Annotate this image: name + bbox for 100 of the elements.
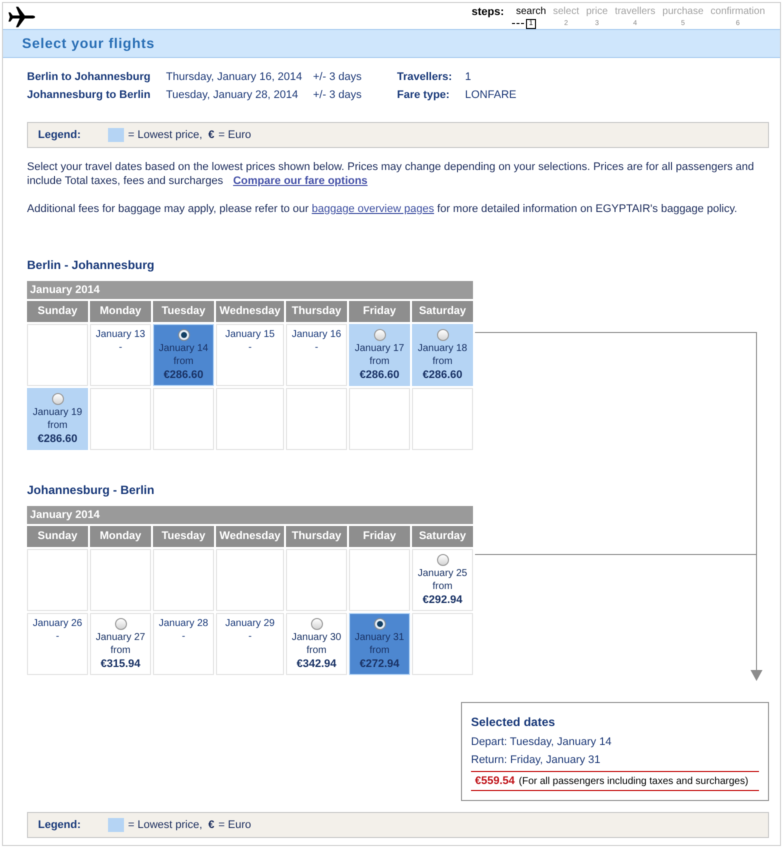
empty-day-cell: [349, 388, 410, 450]
page-title: Select your flights: [22, 34, 155, 53]
fare-info-text: Select your travel dates based on the lowest prices shown below. Prices may change depending on your selections. Prices are for all passengers and include Total taxes, fees and surcharges Compare our fare options: [27, 160, 756, 188]
empty-day-cell: [349, 549, 410, 611]
empty-day-cell: [216, 549, 284, 611]
route-heading: Berlin - Johannesburg: [27, 257, 156, 272]
month-header: January 2014: [27, 506, 473, 524]
empty-day-cell: [27, 549, 88, 611]
date-label: January 19: [32, 406, 82, 419]
price-label: €272.94: [360, 657, 400, 671]
no-fare-dash: -: [248, 341, 252, 354]
date-label: January 31: [354, 631, 404, 644]
radio-button[interactable]: [178, 329, 190, 341]
airplane-icon: [8, 6, 36, 28]
weekday-header: Saturday: [412, 526, 473, 547]
date-label: January 13: [96, 328, 146, 341]
fare-day-cell[interactable]: January 25 from €292.94: [412, 549, 473, 611]
weekday-header: Tuesday: [153, 526, 214, 547]
weekday-header: Saturday: [412, 301, 473, 322]
weekday-header: Friday: [349, 301, 410, 322]
radio-button[interactable]: [436, 329, 448, 341]
empty-day-cell: [286, 549, 347, 611]
currency-symbol: €: [208, 128, 214, 143]
legend-label: Legend:: [38, 818, 82, 833]
weekday-header: Wednesday: [216, 526, 284, 547]
weekday-header: Friday: [349, 526, 410, 547]
weekday-header: Sunday: [27, 301, 88, 322]
fare-day-cell[interactable]: January 27 from €315.94: [90, 613, 151, 675]
total-price: €559.54: [475, 774, 515, 789]
month-header: January 2014: [27, 281, 473, 299]
no-fare-dash: -: [182, 630, 186, 643]
from-label: from: [48, 419, 68, 432]
lowest-price-legend-text: = Lowest price,: [128, 818, 202, 833]
date-label: January 27: [96, 631, 146, 644]
price-label: €286.60: [422, 368, 462, 382]
from-label: from: [370, 355, 390, 368]
no-fare-dash: -: [248, 630, 252, 643]
baggage-info-text: Additional fees for baggage may apply, please refer to our baggage overview pages for more detailed information on EGYPTAIR's baggage policy.: [27, 202, 738, 216]
radio-button[interactable]: [436, 554, 448, 566]
weekday-header: Thursday: [286, 301, 347, 322]
weekday-header: Sunday: [27, 526, 88, 547]
price-note: (For all passengers including taxes and surcharges): [518, 774, 748, 788]
price-label: €315.94: [100, 657, 140, 671]
date-label: January 25: [418, 567, 468, 580]
currency-legend-text: = Euro: [218, 128, 252, 143]
step-label: search: [516, 6, 546, 18]
step-label: travellers: [614, 6, 656, 18]
empty-day-cell: [90, 549, 151, 611]
currency-legend-text: = Euro: [218, 818, 252, 833]
legend-label: Legend:: [38, 128, 82, 143]
fare-day-cell[interactable]: January 19 from €286.60: [27, 388, 88, 450]
date-label: January 18: [418, 342, 468, 355]
fare-day-cell[interactable]: January 30 from €342.94: [286, 613, 347, 675]
return-date-text: Return: Friday, January 31: [471, 753, 602, 768]
empty-day-cell: [153, 388, 214, 450]
price-label: €342.94: [296, 657, 336, 671]
baggage-overview-link[interactable]: baggage overview pages: [312, 203, 434, 215]
progress-dash-icon: [512, 23, 524, 24]
depart-date-text: Depart: Tuesday, January 14: [471, 735, 612, 750]
date-label: January 17: [354, 342, 404, 355]
weekday-header: Wednesday: [216, 301, 284, 322]
empty-day-cell: [27, 324, 88, 386]
panel-title: Selected dates: [471, 715, 556, 730]
empty-day-cell: [412, 388, 473, 450]
detail-label: Fare type:: [397, 88, 451, 103]
price-label: €286.60: [360, 368, 400, 382]
lowest-price-swatch-icon: [108, 128, 124, 142]
price-label: €286.60: [38, 432, 78, 446]
empty-day-cell: [90, 388, 151, 450]
fare-day-cell[interactable]: January 17 from €286.60: [349, 324, 410, 386]
no-fare-dash: -: [314, 341, 318, 354]
route-heading: Johannesburg - Berlin: [27, 482, 156, 497]
route-label: Berlin to Johannesburg: [27, 70, 152, 85]
travel-date: Thursday, January 16, 2014: [166, 70, 304, 85]
date-label: January 26: [32, 617, 82, 630]
detail-value: LONFARE: [465, 88, 518, 103]
radio-button[interactable]: [114, 618, 126, 630]
price-label: €286.60: [164, 368, 204, 382]
step-label: confirmation: [710, 6, 765, 18]
date-label: January 28: [158, 617, 208, 630]
radio-button[interactable]: [374, 618, 386, 630]
date-flexibility: +/- 3 days: [313, 70, 363, 85]
fare-day-cell[interactable]: January 18 from €286.60: [412, 324, 473, 386]
weekday-header: Monday: [90, 301, 151, 322]
date-label: January 29: [225, 617, 275, 630]
from-label: from: [110, 644, 130, 657]
radio-button[interactable]: [52, 393, 64, 405]
weekday-header: Tuesday: [153, 301, 214, 322]
step-label: price: [586, 6, 608, 18]
weekday-header: Monday: [90, 526, 151, 547]
empty-day-cell: [216, 388, 284, 450]
detail-label: Travellers:: [397, 70, 454, 85]
price-label: €292.94: [422, 593, 462, 607]
compare-fares-link[interactable]: Compare our fare options: [233, 175, 368, 187]
date-flexibility: +/- 3 days: [313, 88, 363, 103]
radio-button[interactable]: [310, 618, 322, 630]
from-label: from: [174, 355, 194, 368]
radio-button[interactable]: [374, 329, 386, 341]
from-label: from: [432, 580, 452, 593]
date-label: January 16: [292, 328, 342, 341]
